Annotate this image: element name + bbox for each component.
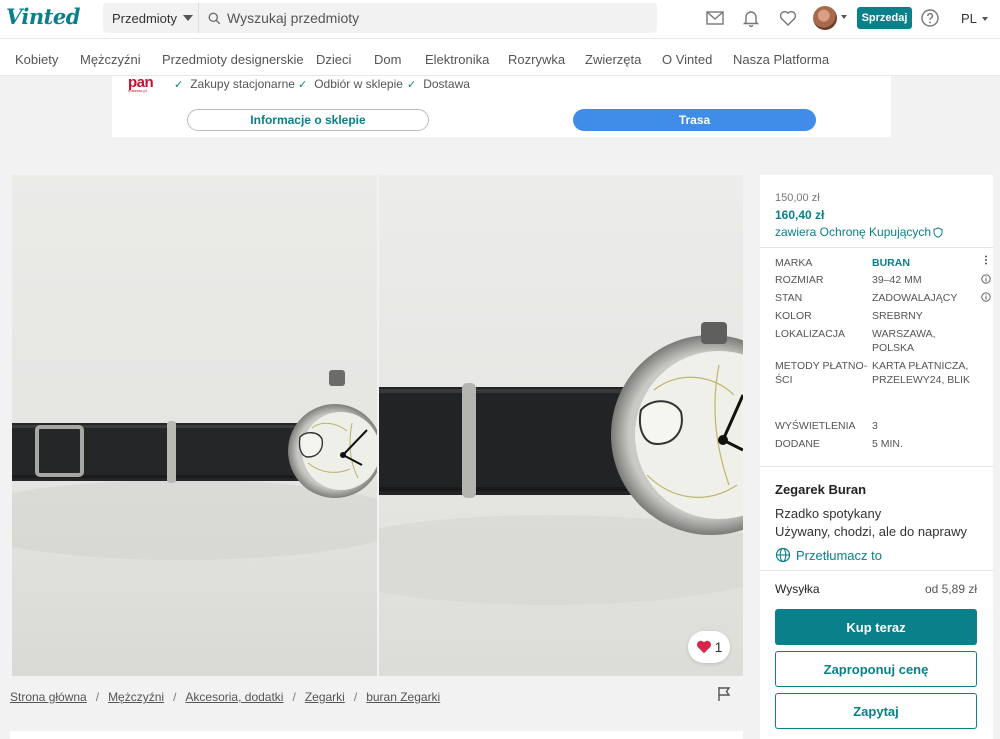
inbox-icon[interactable] xyxy=(705,8,725,28)
route-button[interactable]: Trasa xyxy=(573,109,816,131)
store-info-button[interactable]: Informacje o sklepie xyxy=(187,109,429,131)
shipping-label: Wysyłka xyxy=(775,582,820,596)
brand-link[interactable]: BURAN xyxy=(872,257,972,271)
category-rozrywka[interactable]: Rozrywka xyxy=(508,52,565,67)
store-feature: ✓ Dostawa xyxy=(407,77,470,91)
report-flag-icon[interactable] xyxy=(716,686,732,702)
item-title: Zegarek Buran xyxy=(775,482,867,497)
ask-seller-button[interactable]: Zapytaj xyxy=(775,693,977,729)
breadcrumb-item[interactable]: Strona główna xyxy=(10,690,87,704)
chevron-down-icon xyxy=(981,16,988,21)
sell-button[interactable]: Sprzedaj xyxy=(857,7,912,29)
breadcrumb: Strona główna / Mężczyźni / Akcesoria, dod… xyxy=(10,690,441,704)
user-avatar[interactable] xyxy=(813,6,837,30)
globe-icon xyxy=(775,547,791,563)
item-price: 150,00 zł xyxy=(775,192,820,204)
category-kobiety[interactable]: Kobiety xyxy=(15,52,58,67)
check-icon: ✓ xyxy=(407,78,417,91)
chevron-down-icon xyxy=(183,15,194,21)
item-price-with-protection[interactable]: 160,40 zł xyxy=(775,208,824,222)
buy-now-button[interactable]: Kup teraz xyxy=(775,609,977,645)
breadcrumb-item[interactable]: Zegarki xyxy=(305,690,345,704)
favorites-heart-icon[interactable] xyxy=(778,8,798,28)
check-icon: ✓ xyxy=(174,78,184,91)
language-label: PL xyxy=(961,11,977,26)
check-icon: ✓ xyxy=(298,78,308,91)
category-zwierzeta[interactable]: Zwierzęta xyxy=(585,52,641,67)
heart-icon xyxy=(696,640,711,654)
favorite-button[interactable]: 1 xyxy=(688,631,730,663)
search-input[interactable]: Wyszukaj przedmioty xyxy=(227,10,359,26)
make-offer-button[interactable]: Zaproponuj cenę xyxy=(775,651,977,687)
divider xyxy=(760,247,993,248)
translate-link[interactable]: Przetłumacz to xyxy=(775,547,882,563)
shipping-price: od 5,89 zł xyxy=(924,582,977,596)
breadcrumb-item[interactable]: Mężczyźni xyxy=(108,690,164,704)
info-icon[interactable] xyxy=(981,274,991,284)
shield-icon xyxy=(933,226,943,238)
store-feature: ✓ Zakupy stacjonarne xyxy=(174,77,295,91)
breadcrumb-item[interactable]: Akcesoria, dodatki xyxy=(185,690,283,704)
category-nav: Kobiety Mężczyźni Przedmioty designerski… xyxy=(0,38,1000,76)
item-sidebar: 150,00 zł 160,40 zł zawiera Ochronę Kupu… xyxy=(760,175,993,739)
language-selector[interactable]: PL xyxy=(961,11,988,26)
item-photo-1[interactable] xyxy=(12,175,377,676)
category-o-vinted[interactable]: O Vinted xyxy=(662,52,712,67)
category-designer[interactable]: Przedmioty designerskie xyxy=(162,52,304,67)
favorites-count: 1 xyxy=(714,639,723,655)
vinted-logo[interactable]: Vinted xyxy=(6,4,80,29)
search-category-dropdown[interactable]: Przedmioty xyxy=(103,3,199,33)
store-logo: pan materac.pl xyxy=(128,74,154,93)
info-icon[interactable] xyxy=(981,292,991,302)
store-card: pan materac.pl ✓ Zakupy stacjonarne ✓ Odbi… xyxy=(112,74,891,137)
search-bar: Przedmioty Wyszukaj przedmioty xyxy=(103,3,657,33)
item-description: Rzadko spotykany Używany, chodzi, ale do… xyxy=(775,506,967,539)
item-photo-2[interactable] xyxy=(379,175,743,676)
category-dom[interactable]: Dom xyxy=(374,52,401,67)
category-nasza-platforma[interactable]: Nasza Platforma xyxy=(733,52,829,67)
divider xyxy=(760,570,993,571)
content-card xyxy=(10,731,743,739)
search-category-label: Przedmioty xyxy=(112,10,178,26)
notifications-bell-icon[interactable] xyxy=(741,8,761,28)
category-dzieci[interactable]: Dzieci xyxy=(316,52,351,67)
buyer-protection-link[interactable]: zawiera Ochronę Kupujących xyxy=(775,225,943,239)
breadcrumb-item[interactable]: buran Zegarki xyxy=(366,690,440,704)
divider xyxy=(760,466,993,467)
store-feature: ✓ Odbiór w sklepie xyxy=(298,77,403,91)
category-elektronika[interactable]: Elektronika xyxy=(425,52,489,67)
more-options-icon[interactable] xyxy=(981,255,991,265)
category-mezczyzni[interactable]: Mężczyźni xyxy=(80,52,141,67)
chevron-down-icon[interactable] xyxy=(841,15,847,19)
top-header: Vinted Przedmioty Wyszukaj przedmioty Sp… xyxy=(0,0,1000,38)
help-icon[interactable] xyxy=(920,8,940,28)
search-icon xyxy=(208,12,221,24)
